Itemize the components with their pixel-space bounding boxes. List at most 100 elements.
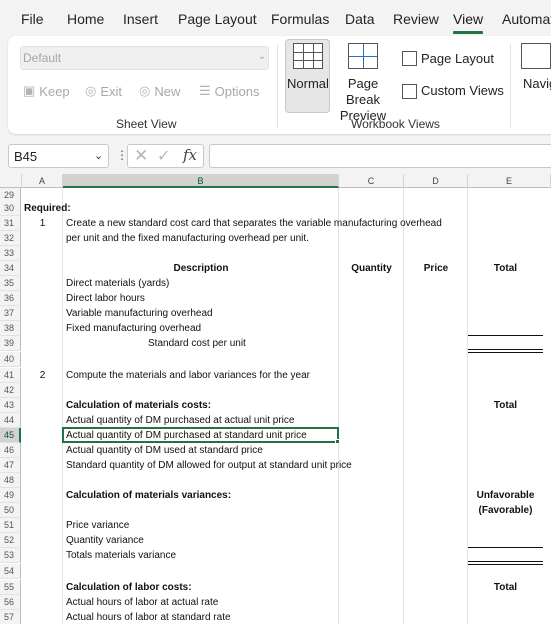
cell-a31[interactable]: 1 (22, 216, 63, 231)
row-header[interactable]: 33 (0, 246, 21, 261)
column-header-c[interactable]: C (339, 174, 404, 188)
menu-home[interactable]: Home (67, 11, 104, 27)
row-header[interactable]: 48 (0, 473, 21, 488)
options-button[interactable]: ☰ Options (199, 83, 259, 99)
group-separator (510, 44, 511, 128)
row-header[interactable]: 44 (0, 413, 21, 428)
cell-b43[interactable]: Calculation of materials costs: (66, 398, 211, 413)
row-header[interactable]: 41 (0, 368, 21, 383)
cell-b46[interactable]: Actual quantity of DM used at standard p… (66, 443, 263, 458)
menu-insert[interactable]: Insert (123, 11, 158, 27)
menu-data[interactable]: Data (345, 11, 375, 27)
custom-views-icon (402, 84, 417, 99)
keep-button[interactable]: ▣ Keep (23, 83, 70, 99)
menu-page-layout[interactable]: Page Layout (178, 11, 257, 27)
cell-e55[interactable]: Total (468, 580, 543, 595)
row-header[interactable]: 32 (0, 231, 21, 246)
row-header[interactable]: 35 (0, 276, 21, 291)
row-header[interactable]: 43 (0, 398, 21, 413)
row-header[interactable]: 36 (0, 291, 21, 306)
cell-b52[interactable]: Quantity variance (66, 533, 144, 548)
cell-b36[interactable]: Direct labor hours (66, 291, 145, 306)
row-header[interactable]: 56 (0, 595, 21, 610)
row-header[interactable]: 52 (0, 533, 21, 548)
new-label: New (154, 83, 181, 99)
cell-b57[interactable]: Actual hours of labor at standard rate (66, 610, 231, 624)
row-header[interactable]: 50 (0, 503, 21, 518)
insert-function-icon[interactable]: fx (183, 146, 197, 164)
row-header[interactable]: 46 (0, 443, 21, 458)
new-button[interactable]: ◎ New (139, 83, 180, 99)
cell-b56[interactable]: Actual hours of labor at actual rate (66, 595, 218, 610)
row-header[interactable]: 38 (0, 321, 21, 336)
cell-b35[interactable]: Direct materials (yards) (66, 276, 169, 291)
cell-b37[interactable]: Variable manufacturing overhead (66, 306, 213, 321)
active-tab-indicator (453, 31, 483, 34)
cell-b38[interactable]: Fixed manufacturing overhead (66, 321, 201, 336)
row-header[interactable]: 54 (0, 564, 21, 579)
column-header-a[interactable]: A (22, 174, 63, 188)
cell-b55[interactable]: Calculation of labor costs: (66, 580, 192, 595)
cell-border (468, 335, 543, 336)
row-header[interactable]: 31 (0, 216, 21, 231)
cancel-icon[interactable]: ✕ (134, 146, 148, 166)
row-header[interactable]: 39 (0, 336, 21, 351)
cell-e43[interactable]: Total (468, 398, 543, 413)
menu-file[interactable]: File (21, 11, 44, 27)
cell-b47[interactable]: Standard quantity of DM allowed for outp… (66, 458, 352, 473)
cell-b44[interactable]: Actual quantity of DM purchased at actua… (66, 413, 294, 428)
cell-e34[interactable]: Total (468, 261, 543, 276)
chevron-down-icon[interactable]: ⌄ (94, 149, 103, 162)
row-header[interactable]: 57 (0, 610, 21, 624)
new-icon: ◎ (139, 83, 151, 98)
active-cell-outline (62, 427, 339, 443)
row-header[interactable]: 47 (0, 458, 21, 473)
row-header[interactable]: 34 (0, 261, 21, 276)
normal-view-label: Normal (287, 76, 329, 91)
row-header[interactable]: 42 (0, 383, 21, 398)
cell-a41[interactable]: 2 (22, 368, 63, 383)
menu-review[interactable]: Review (393, 11, 439, 27)
cell-b34[interactable]: Description (63, 261, 339, 276)
enter-icon[interactable]: ✓ (157, 146, 170, 166)
formula-input[interactable] (209, 144, 551, 168)
cell-b31[interactable]: Create a new standard cost card that sep… (66, 216, 442, 231)
cell-a30[interactable]: Required: (24, 201, 71, 216)
name-box-value: B45 (14, 149, 38, 164)
cell-b53[interactable]: Totals materials variance (66, 548, 176, 563)
cell-e49[interactable]: Unfavorable (468, 488, 543, 503)
cell-b32[interactable]: per unit and the fixed manufacturing ove… (66, 231, 309, 246)
page-break-preview-icon[interactable] (348, 43, 378, 69)
navigation-button[interactable]: Navig (523, 76, 551, 91)
column-header-e[interactable]: E (468, 174, 551, 188)
menu-view[interactable]: View (453, 11, 483, 27)
row-header[interactable]: 49 (0, 488, 21, 503)
column-header-b[interactable]: B (63, 174, 339, 188)
menu-automate[interactable]: Automat (502, 11, 551, 27)
cell-b39[interactable]: Standard cost per unit (148, 336, 246, 351)
sheet-view-select-value: Default (23, 51, 62, 65)
row-header[interactable]: 55 (0, 580, 21, 595)
row-header[interactable]: 30 (0, 201, 21, 216)
select-all-corner[interactable] (0, 174, 22, 188)
fill-handle[interactable] (335, 439, 340, 444)
cell-b41[interactable]: Compute the materials and labor variance… (66, 368, 310, 383)
sheet-view-group-label: Sheet View (116, 117, 177, 131)
cell-b49[interactable]: Calculation of materials variances: (66, 488, 231, 503)
cell-c34[interactable]: Quantity (339, 261, 404, 276)
column-header-d[interactable]: D (404, 174, 468, 188)
row-header[interactable]: 40 (0, 352, 21, 367)
row-header-selected[interactable]: 45 (0, 428, 21, 443)
cell-b51[interactable]: Price variance (66, 518, 129, 533)
cell-d34[interactable]: Price (404, 261, 468, 276)
custom-views-button[interactable]: Custom Views (421, 83, 504, 98)
row-header[interactable]: 53 (0, 548, 21, 563)
exit-button[interactable]: ◎ Exit (85, 83, 122, 99)
row-header[interactable]: 51 (0, 518, 21, 533)
cell-border (468, 564, 543, 565)
menu-formulas[interactable]: Formulas (271, 11, 329, 27)
page-layout-icon (402, 51, 417, 66)
row-header[interactable]: 37 (0, 306, 21, 321)
cell-e50[interactable]: (Favorable) (468, 503, 543, 518)
page-layout-button[interactable]: Page Layout (421, 51, 494, 66)
